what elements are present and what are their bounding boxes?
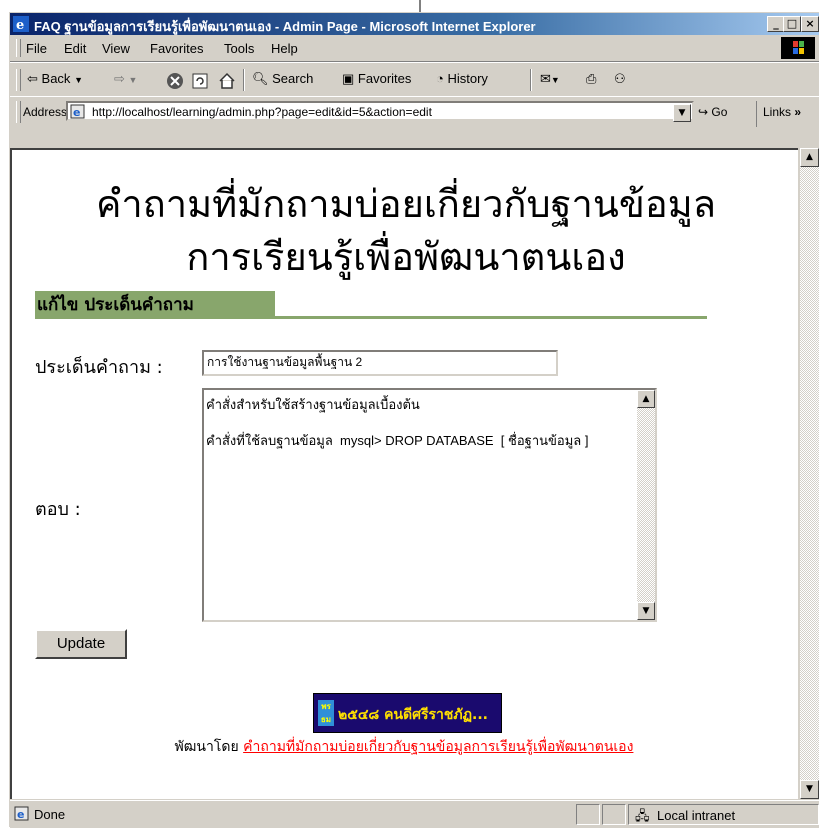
menu-edit[interactable]: Edit xyxy=(64,41,86,56)
messenger-icon[interactable]: ⚇ xyxy=(614,71,626,87)
footer-prefix: พัฒนาโดย xyxy=(174,739,239,755)
toolbar-grip[interactable] xyxy=(16,101,21,123)
textarea-scrollbar[interactable]: ▲ ▼ xyxy=(637,390,655,620)
address-dropdown-button[interactable]: ▼ xyxy=(673,104,691,122)
textarea-scroll-down-button[interactable]: ▼ xyxy=(637,602,655,620)
divider xyxy=(419,0,421,12)
back-arrow-icon: ⇦ xyxy=(27,71,38,86)
section-heading: แก้ไข ประเด็นคำถาม xyxy=(35,291,275,319)
status-cell xyxy=(602,804,626,825)
toolbar-grip[interactable] xyxy=(16,69,21,91)
search-button[interactable]: 🔍︎ Search xyxy=(252,71,313,87)
menu-help[interactable]: Help xyxy=(271,41,298,56)
intranet-icon: 🖧 xyxy=(635,809,650,824)
banner-logo: พร ธม xyxy=(318,700,334,726)
maximize-button[interactable]: □ xyxy=(783,16,801,32)
svg-text:e: e xyxy=(73,106,80,119)
page-title-line1: คำถามที่มักถามบ่อยเกี่ยวกับฐานข้อมูล xyxy=(95,182,716,226)
desktop-top-gap xyxy=(0,0,819,12)
page-status-icon: e xyxy=(14,806,29,821)
window-title: FAQ ฐานข้อมูลการเรียนรู้เพื่อพัฒนาตนเอง … xyxy=(34,19,536,34)
textarea-scroll-up-button[interactable]: ▲ xyxy=(637,390,655,408)
scroll-down-button[interactable]: ▼ xyxy=(800,780,819,799)
answer-text: คำสั่งสำหรับใช้สร้างฐานข้อมูลเบื้องต้น ค… xyxy=(206,397,589,448)
footer: พัฒนาโดย คำถามที่มักถามบ่อยเกี่ยวกับฐานข… xyxy=(10,736,798,758)
history-button[interactable]: ◔ History xyxy=(436,71,488,86)
scroll-up-button[interactable]: ▲ xyxy=(800,148,819,167)
go-label: Go xyxy=(711,105,728,119)
address-input[interactable]: e http://localhost/learning/admin.php?pa… xyxy=(66,101,694,122)
banner-image[interactable]: พร ธม ๒๕๔๘ คนดีศรีราชภัฏ... xyxy=(313,693,502,733)
windows-logo-icon xyxy=(781,37,815,59)
title-bar[interactable]: e FAQ ฐานข้อมูลการเรียนรู้เพื่อพัฒนาตนเอ… xyxy=(10,13,819,35)
chevron-right-icon: » xyxy=(794,105,802,119)
update-button[interactable]: Update xyxy=(35,629,127,659)
menu-file[interactable]: File xyxy=(26,41,47,56)
svg-text:e: e xyxy=(16,18,24,32)
banner-text: ๒๕๔๘ คนดีศรีราชภัฏ... xyxy=(338,707,488,723)
refresh-icon[interactable] xyxy=(191,72,209,90)
answer-textarea[interactable]: คำสั่งสำหรับใช้สร้างฐานข้อมูลเบื้องต้น ค… xyxy=(202,388,657,622)
page-title-line2: การเรียนรู้เพื่อพัฒนาตนเอง xyxy=(186,235,626,279)
ie-icon: e xyxy=(13,16,29,32)
address-label: Address xyxy=(23,105,68,119)
status-cell xyxy=(576,804,600,825)
search-label: Search xyxy=(272,71,314,86)
status-text: Done xyxy=(34,807,66,822)
page-scrollbar[interactable]: ▲ ▼ xyxy=(800,148,819,799)
back-label: Back xyxy=(41,71,71,86)
separator xyxy=(243,69,245,91)
go-arrow-icon: ↪ xyxy=(698,105,709,119)
links-button[interactable]: Links » xyxy=(756,101,801,127)
address-url: http://localhost/learning/admin.php?page… xyxy=(92,105,432,119)
topic-input[interactable]: การใช้งานฐานข้อมูลพื้นฐาน 2 xyxy=(202,350,558,376)
chevron-down-icon: ▼ xyxy=(74,75,83,85)
standard-toolbar: ⇦ Back ▼ ⇨ ▼ 🔍︎ Search ▣ Favorites ◔ His… xyxy=(10,62,819,97)
menu-bar: File Edit View Favorites Tools Help xyxy=(10,36,819,62)
forward-arrow-icon: ⇨ xyxy=(114,71,125,86)
favorites-icon: ▣ xyxy=(342,71,355,86)
answer-label: ตอบ : xyxy=(35,499,81,520)
separator xyxy=(530,69,532,91)
footer-link[interactable]: คำถามที่มักถามบ่อยเกี่ยวกับฐานข้อมูลการเ… xyxy=(243,739,633,755)
svg-text:e: e xyxy=(17,808,24,821)
toolbar-grip[interactable] xyxy=(16,39,21,57)
links-label: Links xyxy=(763,105,792,119)
page-icon: e xyxy=(70,104,85,119)
zone-cell: 🖧 Local intranet xyxy=(628,804,819,825)
content-frame-border xyxy=(10,129,819,147)
history-icon: ◔ xyxy=(436,71,444,86)
address-bar: Address e http://localhost/learning/admi… xyxy=(10,96,819,127)
page-title: คำถามที่มักถามบ่อยเกี่ยวกับฐานข้อมูล การ… xyxy=(12,178,800,284)
favorites-button[interactable]: ▣ Favorites xyxy=(342,71,411,87)
print-icon[interactable]: ⎙ xyxy=(586,71,596,87)
close-button[interactable]: × xyxy=(801,16,819,32)
chevron-down-icon: ▼ xyxy=(550,75,560,85)
menu-favorites[interactable]: Favorites xyxy=(150,41,203,56)
forward-button[interactable]: ⇨ ▼ xyxy=(114,71,137,87)
status-bar: e Done 🖧 Local intranet xyxy=(10,800,819,828)
home-icon[interactable] xyxy=(218,72,236,90)
search-icon: 🔍︎ xyxy=(252,71,269,86)
mail-button[interactable]: ✉▼ xyxy=(540,71,560,87)
favorites-label: Favorites xyxy=(357,71,412,86)
history-label: History xyxy=(447,71,488,86)
go-button[interactable]: ↪ Go xyxy=(698,105,727,119)
menu-tools[interactable]: Tools xyxy=(224,41,254,56)
stop-icon[interactable] xyxy=(166,72,184,90)
zone-text: Local intranet xyxy=(657,808,736,823)
back-button[interactable]: ⇦ Back ▼ xyxy=(27,71,83,87)
mail-icon: ✉ xyxy=(540,71,551,86)
menu-view[interactable]: View xyxy=(102,41,130,56)
topic-label: ประเด็นคำถาม : xyxy=(35,357,163,378)
chevron-down-icon: ▼ xyxy=(128,75,138,85)
